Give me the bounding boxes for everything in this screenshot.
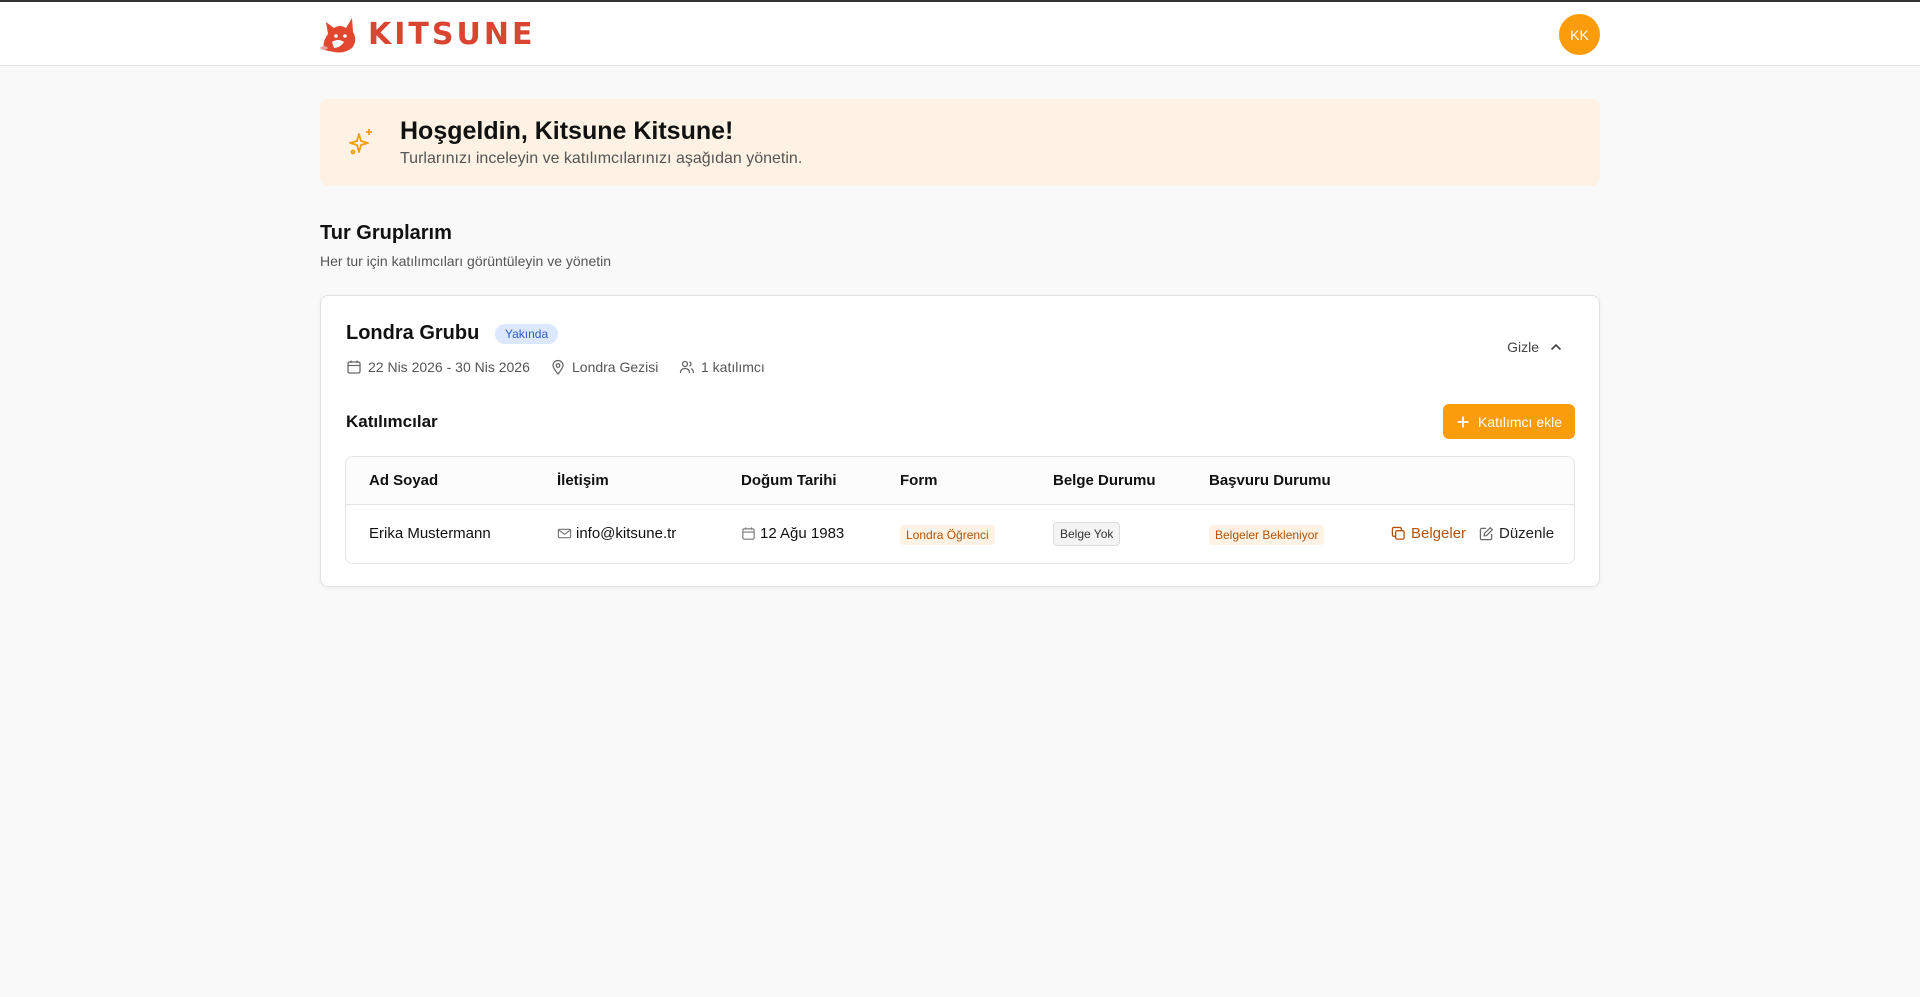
- documents-button[interactable]: Belgeler: [1391, 525, 1466, 542]
- edit-icon: [1479, 526, 1494, 541]
- brand-logo[interactable]: KITSUNE: [318, 12, 535, 56]
- top-header: KITSUNE KK: [0, 2, 1920, 66]
- group-name: Londra Grubu: [346, 322, 480, 344]
- participant-name: Erika Mustermann: [369, 525, 491, 542]
- mail-icon: [557, 528, 572, 539]
- user-avatar[interactable]: KK: [1559, 14, 1600, 55]
- table-header: Ad Soyad İletişim Doğum Tarihi Form Belg…: [346, 457, 1574, 505]
- column-header-document-status: Belge Durumu: [1053, 472, 1156, 489]
- group-participant-count: 1 katılımcı: [679, 359, 765, 375]
- add-participant-button[interactable]: Katılımcı ekle: [1443, 404, 1575, 439]
- participants-table: Ad Soyad İletişim Doğum Tarihi Form Belg…: [345, 456, 1575, 564]
- participant-email[interactable]: info@kitsune.tr: [557, 525, 676, 542]
- group-dates-text: 22 Nis 2026 - 30 Nis 2026: [368, 359, 530, 375]
- status-badge: Yakında: [495, 324, 559, 344]
- group-dates: 22 Nis 2026 - 30 Nis 2026: [346, 359, 530, 375]
- users-icon: [679, 360, 695, 374]
- fox-logo-icon: [320, 18, 356, 53]
- calendar-icon: [742, 527, 755, 540]
- documents-button-label: Belgeler: [1411, 525, 1467, 542]
- section-title: Tur Gruplarım: [320, 222, 452, 244]
- participant-document-status: Belge Yok: [1053, 522, 1121, 546]
- edit-button[interactable]: Düzenle: [1479, 525, 1554, 542]
- column-header-birth-date: Doğum Tarihi: [741, 472, 837, 489]
- collapse-toggle-label: Gizle: [1507, 339, 1539, 355]
- participant-application-status: Belgeler Bekleniyor: [1209, 525, 1325, 545]
- brand-name: KITSUNE: [368, 16, 536, 52]
- chevron-up-icon: [1550, 343, 1562, 351]
- map-pin-icon: [552, 359, 564, 375]
- welcome-banner: Hoşgeldin, Kitsune Kitsune! Turlarınızı …: [320, 99, 1600, 186]
- table-row: Erika Mustermann info@kitsune.tr 12 Ağu …: [346, 505, 1574, 563]
- application-status-badge: Belgeler Bekleniyor: [1209, 525, 1325, 545]
- tour-group-card: Londra Grubu Yakında 22 Nis 2026 - 30 Ni…: [320, 295, 1600, 587]
- document-status-badge: Belge Yok: [1053, 522, 1121, 546]
- add-participant-label: Katılımcı ekle: [1477, 413, 1563, 430]
- group-trip: Londra Gezisi: [550, 359, 658, 375]
- group-trip-text: Londra Gezisi: [572, 359, 659, 375]
- participant-birth-date: 12 Ağu 1983: [741, 525, 844, 542]
- participant-email-text: info@kitsune.tr: [576, 525, 677, 542]
- sparkles-icon: [349, 129, 372, 155]
- welcome-title: Hoşgeldin, Kitsune Kitsune!: [400, 117, 734, 145]
- column-header-form: Form: [900, 472, 938, 489]
- section-subtitle: Her tur için katılımcıları görüntüleyin …: [320, 253, 612, 269]
- form-badge: Londra Öğrenci: [900, 525, 995, 545]
- calendar-icon: [347, 360, 361, 374]
- column-header-name: Ad Soyad: [369, 472, 439, 489]
- edit-button-label: Düzenle: [1499, 525, 1555, 542]
- participants-title: Katılımcılar: [346, 412, 438, 431]
- column-header-application-status: Başvuru Durumu: [1209, 472, 1331, 489]
- participant-count-text: 1 katılımcı: [701, 359, 765, 375]
- collapse-toggle[interactable]: Gizle: [1507, 339, 1563, 355]
- participant-birth-date-text: 12 Ağu 1983: [760, 525, 845, 542]
- welcome-subtitle: Turlarınızı inceleyin ve katılımcılarını…: [400, 150, 803, 167]
- copy-icon: [1391, 526, 1405, 540]
- participant-form: Londra Öğrenci: [900, 525, 995, 545]
- column-header-contact: İletişim: [557, 472, 609, 489]
- plus-icon: [1457, 416, 1469, 427]
